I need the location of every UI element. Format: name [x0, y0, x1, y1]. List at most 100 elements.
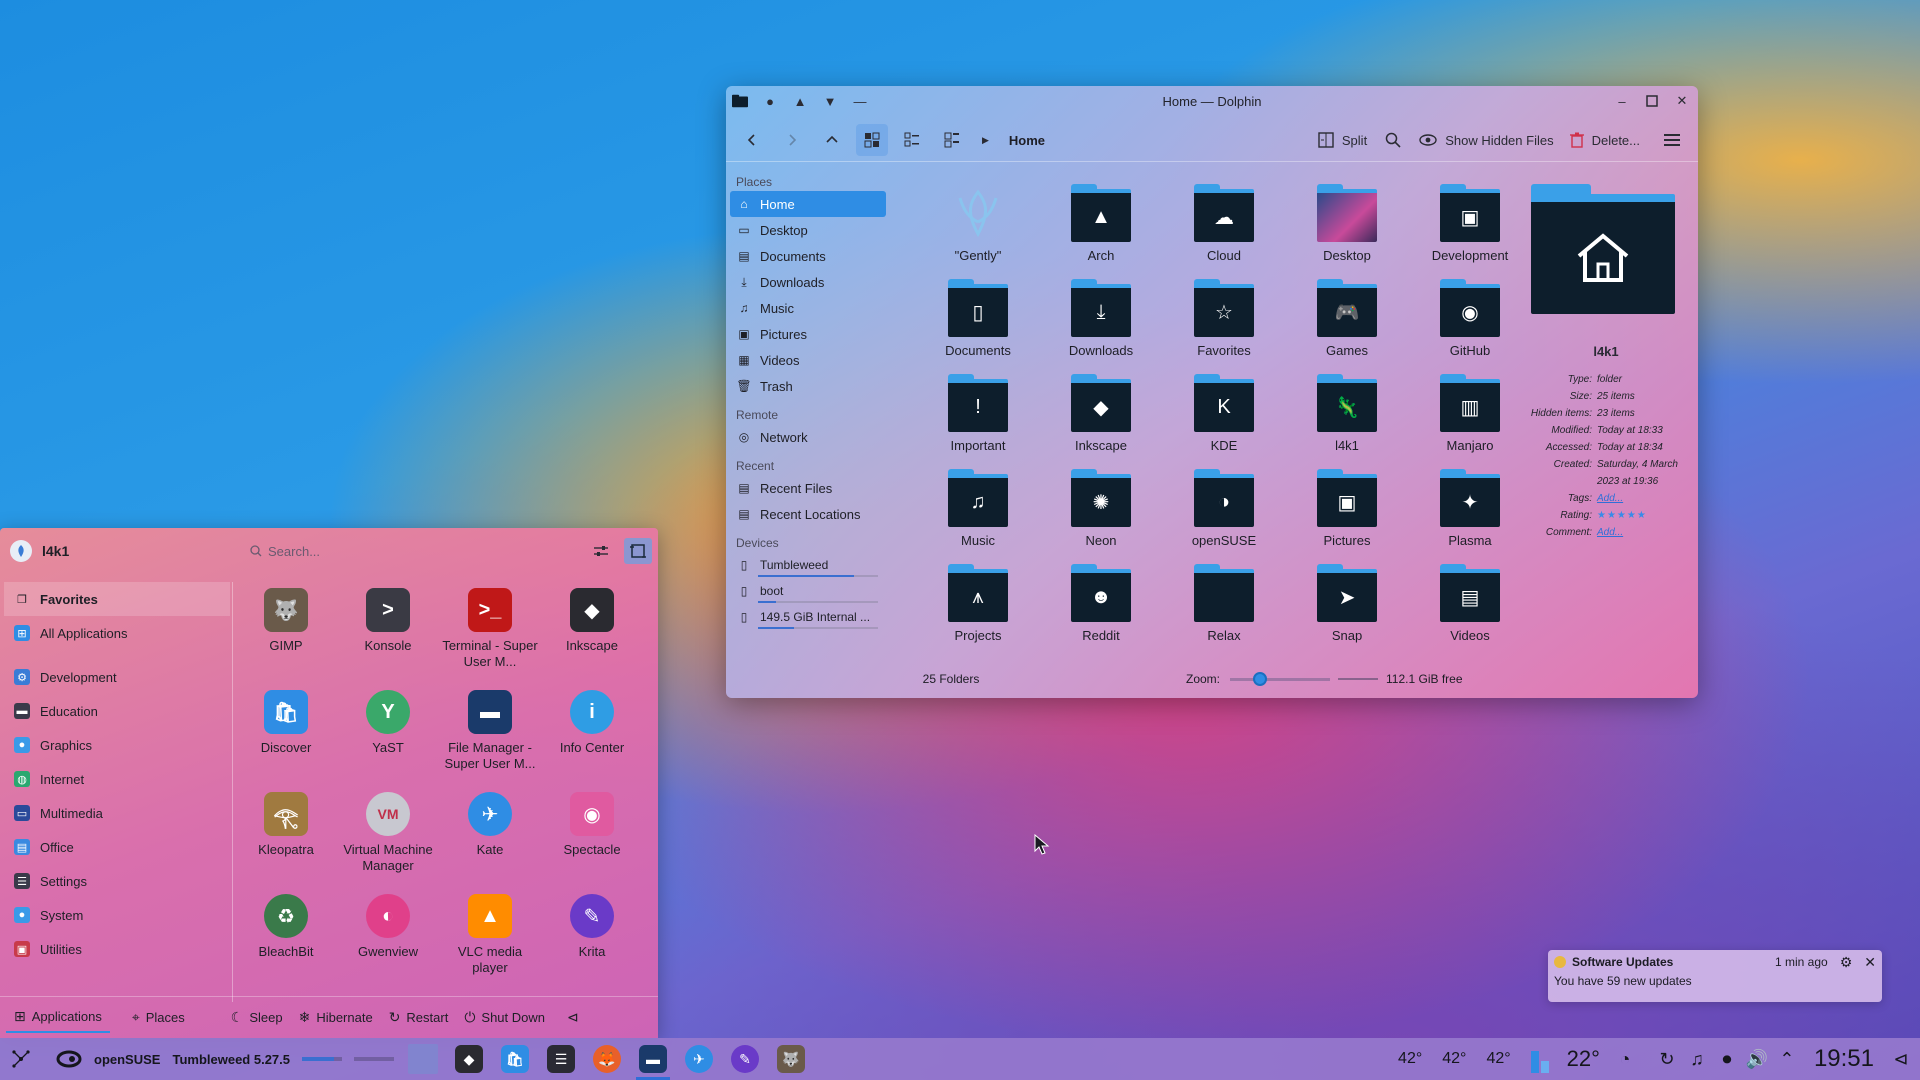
- hamburger-menu-button[interactable]: [1656, 124, 1688, 156]
- media-player-icon[interactable]: ♫: [1682, 1044, 1712, 1074]
- folder-item[interactable]: ◑ openSUSE: [1164, 469, 1284, 548]
- places-item[interactable]: ⌂ Home: [730, 191, 886, 217]
- app-item[interactable]: >_ Terminal - Super User M...: [440, 582, 540, 670]
- weather-temperature[interactable]: 22°: [1567, 1046, 1600, 1072]
- tab-applications[interactable]: ⊞ Applications: [6, 1003, 110, 1033]
- folder-item[interactable]: ☆ Favorites: [1164, 279, 1284, 358]
- minimize-icon[interactable]: –: [1614, 93, 1630, 109]
- app-item[interactable]: > Konsole: [338, 582, 438, 654]
- folder-item[interactable]: ◉ GitHub: [1410, 279, 1530, 358]
- places-item[interactable]: ▦ Videos: [730, 347, 886, 373]
- configure-notification-icon[interactable]: ⚙: [1840, 954, 1853, 971]
- folder-item[interactable]: ◆ Inkscape: [1041, 374, 1161, 453]
- category-item[interactable]: ● Graphics: [4, 728, 230, 762]
- category-item[interactable]: ⚙ Development: [4, 660, 230, 694]
- folder-item[interactable]: Relax: [1164, 564, 1284, 643]
- places-item[interactable]: ♫ Music: [730, 295, 886, 321]
- app-item[interactable]: 🛍 Discover: [236, 684, 336, 756]
- folder-item[interactable]: ▣ Pictures: [1287, 469, 1407, 548]
- app-item[interactable]: i Info Center: [542, 684, 642, 756]
- expand-tray-icon[interactable]: ⌃: [1772, 1044, 1802, 1074]
- show-hidden-files-button[interactable]: Show Hidden Files: [1413, 124, 1559, 156]
- search-button[interactable]: [1377, 124, 1409, 156]
- folder-item[interactable]: ☁ Cloud: [1164, 184, 1284, 263]
- places-item[interactable]: ▤ Recent Files: [730, 475, 886, 501]
- app-item[interactable]: Y YaST: [338, 684, 438, 756]
- places-item[interactable]: ▤ Recent Locations: [730, 501, 886, 527]
- notification-popup[interactable]: Software Updates 1 min ago ⚙ ✕ You have …: [1548, 950, 1882, 1002]
- task-discover[interactable]: 🛍: [492, 1038, 538, 1080]
- task-pager[interactable]: [400, 1038, 446, 1080]
- task-dolphin[interactable]: ▬: [630, 1038, 676, 1080]
- folder-item[interactable]: ▯ Documents: [918, 279, 1038, 358]
- task-kate[interactable]: ✈: [676, 1038, 722, 1080]
- category-item[interactable]: ⊞ All Applications: [4, 616, 230, 650]
- app-item[interactable]: ✈ Kate: [440, 786, 540, 858]
- category-item[interactable]: ▣ Utilities: [4, 932, 230, 966]
- category-item[interactable]: ◍ Internet: [4, 762, 230, 796]
- task-inkscape[interactable]: ◆: [446, 1038, 492, 1080]
- places-item[interactable]: ▣ Pictures: [730, 321, 886, 347]
- rating-stars[interactable]: ★★★★★: [1597, 507, 1691, 524]
- folder-item[interactable]: Desktop: [1287, 184, 1407, 263]
- keep-above-icon[interactable]: ▲: [792, 93, 808, 109]
- record-icon[interactable]: ⏺: [1712, 1044, 1742, 1074]
- avatar[interactable]: [10, 540, 32, 562]
- hibernate-button[interactable]: ❄ Hibernate: [291, 1003, 381, 1033]
- app-item[interactable]: ◐ Gwenview: [338, 888, 438, 960]
- places-item[interactable]: ◎ Network: [730, 424, 886, 450]
- places-item[interactable]: ▯ Tumbleweed: [730, 552, 886, 578]
- folder-item[interactable]: ▥ Manjaro: [1410, 374, 1530, 453]
- task-firefox[interactable]: 🦊: [584, 1038, 630, 1080]
- breadcrumb-chevron-icon[interactable]: ▶: [976, 124, 995, 156]
- sleep-button[interactable]: ☾ Sleep: [223, 1003, 291, 1033]
- zoom-slider[interactable]: [1230, 671, 1331, 686]
- category-item[interactable]: ▭ Multimedia: [4, 796, 230, 830]
- launcher-button[interactable]: [0, 1038, 42, 1080]
- session-more-button[interactable]: ⊲: [559, 1003, 587, 1033]
- app-item[interactable]: ◉ Spectacle: [542, 786, 642, 858]
- restart-button[interactable]: ↻ Restart: [381, 1003, 457, 1033]
- category-item[interactable]: ● System: [4, 898, 230, 932]
- peek-desktop-icon[interactable]: ⊲: [1886, 1044, 1916, 1074]
- folder-item[interactable]: ! Important: [918, 374, 1038, 453]
- app-item[interactable]: ◆ Inkscape: [542, 582, 642, 654]
- info-add-link[interactable]: Add...: [1597, 524, 1691, 541]
- close-icon[interactable]: ✕: [1674, 93, 1690, 109]
- shutdown-button[interactable]: ⏻ Shut Down: [456, 1003, 553, 1033]
- category-item[interactable]: ▤ Office: [4, 830, 230, 864]
- pin-button[interactable]: [624, 538, 652, 564]
- folder-item[interactable]: ✺ Neon: [1041, 469, 1161, 548]
- places-item[interactable]: ⤓ Downloads: [730, 269, 886, 295]
- compact-view-button[interactable]: [896, 124, 928, 156]
- folder-item[interactable]: ▤ Videos: [1410, 564, 1530, 643]
- app-item[interactable]: ♻ BleachBit: [236, 888, 336, 960]
- breadcrumb-home[interactable]: Home: [1003, 124, 1051, 156]
- folder-item[interactable]: ☻ Reddit: [1041, 564, 1161, 643]
- category-item[interactable]: ❐ Favorites: [4, 582, 230, 616]
- task-system-settings[interactable]: ☰: [538, 1038, 584, 1080]
- folder-item[interactable]: ⤓ Downloads: [1041, 279, 1161, 358]
- places-item[interactable]: ▯ boot: [730, 578, 886, 604]
- tab-places[interactable]: ⌖ Places: [124, 1003, 193, 1033]
- folder-item[interactable]: ➤ Snap: [1287, 564, 1407, 643]
- places-item[interactable]: 🗑 Trash: [730, 373, 886, 399]
- on-all-desktops-icon[interactable]: ●: [762, 93, 778, 109]
- details-view-button[interactable]: [936, 124, 968, 156]
- volume-icon[interactable]: 🔊: [1742, 1044, 1772, 1074]
- keep-below-icon[interactable]: ▼: [822, 93, 838, 109]
- folder-item[interactable]: ⩚ Projects: [918, 564, 1038, 643]
- folder-item[interactable]: 🦎 l4k1: [1287, 374, 1407, 453]
- app-item[interactable]: ▲ VLC media player: [440, 888, 540, 976]
- category-item[interactable]: ▬ Education: [4, 694, 230, 728]
- app-item[interactable]: ▬ File Manager - Super User M...: [440, 684, 540, 772]
- delete-button[interactable]: Delete...: [1564, 124, 1646, 156]
- folder-item[interactable]: ▣ Development: [1410, 184, 1530, 263]
- app-item[interactable]: ✎ Krita: [542, 888, 642, 960]
- close-icon[interactable]: ✕: [1864, 954, 1876, 971]
- search-input[interactable]: Search...: [242, 538, 572, 564]
- task-gimp[interactable]: 🐺: [768, 1038, 814, 1080]
- folder-item[interactable]: K KDE: [1164, 374, 1284, 453]
- split-button[interactable]: Split: [1312, 124, 1373, 156]
- updates-icon[interactable]: ↻: [1652, 1044, 1682, 1074]
